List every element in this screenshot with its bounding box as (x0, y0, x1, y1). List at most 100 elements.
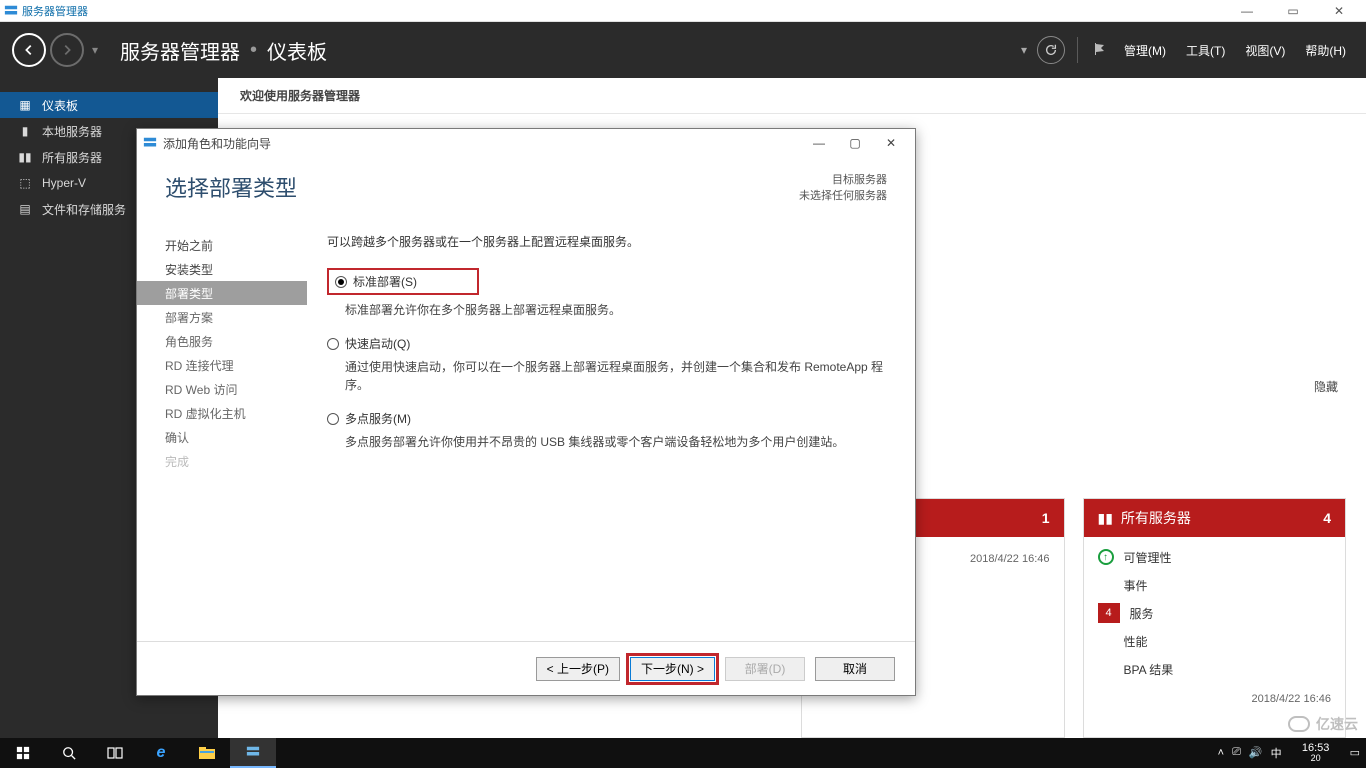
radio-quick[interactable] (327, 338, 339, 350)
tile-title: 所有服务器 (1121, 508, 1191, 528)
option-quick-start[interactable]: 快速启动(Q) 通过使用快速启动，你可以在一个服务器上部署远程桌面服务，并创建一… (327, 335, 885, 394)
watermark: 亿速云 (1288, 714, 1358, 734)
wizard-step-rd-broker[interactable]: RD 连接代理 (157, 353, 307, 377)
wizard-heading: 选择部署类型 (165, 171, 297, 203)
refresh-button[interactable] (1037, 36, 1065, 64)
radio-multipoint[interactable] (327, 413, 339, 425)
taskbar-clock[interactable]: 16:53 20 (1290, 742, 1342, 764)
system-tray[interactable]: ˄ ⎚ 🔊 中 16:53 20 ▭ (1212, 742, 1366, 764)
menu-manage[interactable]: 管理(M) (1124, 42, 1166, 59)
tile-row-services[interactable]: 4服务 (1098, 599, 1332, 627)
wizard-main-panel: 可以跨越多个服务器或在一个服务器上配置远程桌面服务。 标准部署(S) 标准部署允… (307, 219, 915, 641)
breadcrumb-dropdown-icon[interactable]: ▾ (92, 43, 98, 57)
hide-link[interactable]: 隐藏 (1314, 378, 1338, 395)
search-button[interactable] (46, 738, 92, 768)
menu-view[interactable]: 视图(V) (1245, 42, 1285, 59)
tile-all-servers[interactable]: ▮▮所有服务器 4 ↑可管理性 事件 4服务 性能 BPA 结果 2018/4/… (1083, 498, 1347, 738)
task-view-button[interactable] (92, 738, 138, 768)
wizard-step-rd-web[interactable]: RD Web 访问 (157, 377, 307, 401)
tile-count: 4 (1323, 510, 1331, 526)
taskbar-explorer[interactable] (184, 738, 230, 768)
wizard-step-complete: 完成 (157, 449, 307, 473)
breadcrumb: 服务器管理器 • 仪表板 (120, 36, 327, 65)
tile-row-performance[interactable]: 性能 (1098, 627, 1332, 655)
menu-help[interactable]: 帮助(H) (1305, 42, 1346, 59)
dashboard-icon: ▦ (18, 98, 32, 112)
taskbar: e ˄ ⎚ 🔊 中 16:53 20 ▭ (0, 738, 1366, 768)
next-button[interactable]: 下一步(N) > (630, 657, 715, 681)
wizard-minimize-button[interactable]: — (801, 132, 837, 154)
wizard-target-label: 目标服务器 (799, 171, 887, 187)
cancel-button[interactable]: 取消 (815, 657, 895, 681)
window-maximize-button[interactable]: ▭ (1270, 0, 1316, 22)
taskbar-server-manager[interactable] (230, 738, 276, 768)
storage-icon: ▤ (18, 202, 32, 216)
welcome-banner: 欢迎使用服务器管理器 (218, 78, 1366, 114)
option-multipoint-desc: 多点服务部署允许你使用并不昂贵的 USB 集线器或零个客户端设备轻松地为多个用户… (345, 433, 885, 451)
sidebar-item-label: 文件和存储服务 (42, 201, 126, 218)
nav-forward-button (50, 33, 84, 67)
ok-icon: ↑ (1098, 549, 1114, 565)
tray-volume-icon[interactable]: 🔊 (1249, 746, 1263, 759)
wizard-step-rd-virtualization[interactable]: RD 虚拟化主机 (157, 401, 307, 425)
tile-badge: 1 (1042, 510, 1050, 526)
add-roles-wizard: 添加角色和功能向导 — ▢ ✕ 选择部署类型 目标服务器 未选择任何服务器 开始… (136, 128, 916, 696)
server-manager-icon (143, 136, 157, 150)
header: ▾ 服务器管理器 • 仪表板 ▾ 管理(M) 工具(T) 视图(V) 帮助(H) (0, 22, 1366, 78)
deploy-button: 部署(D) (725, 657, 805, 681)
chevron-right-icon: • (250, 39, 257, 62)
tile-row-bpa[interactable]: BPA 结果 (1098, 655, 1332, 683)
outer-titlebar: 服务器管理器 — ▭ ✕ (0, 0, 1366, 22)
wizard-step-deploy-scenario[interactable]: 部署方案 (157, 305, 307, 329)
option-title: 多点服务(M) (345, 410, 411, 427)
sidebar-item-dashboard[interactable]: ▦ 仪表板 (0, 92, 218, 118)
tray-display-icon[interactable]: ⎚ (1232, 746, 1241, 759)
notification-center-icon[interactable]: ▭ (1350, 746, 1360, 759)
tray-up-icon[interactable]: ˄ (1218, 747, 1224, 759)
wizard-target-value: 未选择任何服务器 (799, 187, 887, 203)
wizard-step-role-services[interactable]: 角色服务 (157, 329, 307, 353)
wizard-intro-text: 可以跨越多个服务器或在一个服务器上配置远程桌面服务。 (327, 233, 885, 250)
menu-tools[interactable]: 工具(T) (1186, 42, 1225, 59)
previous-button[interactable]: < 上一步(P) (536, 657, 620, 681)
wizard-title: 添加角色和功能向导 (163, 135, 271, 152)
wizard-step-install-type[interactable]: 安装类型 (157, 257, 307, 281)
wizard-maximize-button[interactable]: ▢ (837, 132, 873, 154)
ime-indicator[interactable]: 中 (1271, 745, 1282, 761)
breadcrumb-page[interactable]: 仪表板 (267, 36, 327, 65)
wizard-steps: 开始之前 安装类型 部署类型 部署方案 角色服务 RD 连接代理 RD Web … (137, 219, 307, 641)
radio-standard[interactable] (335, 276, 347, 288)
tile-row-manageability[interactable]: ↑可管理性 (1098, 543, 1332, 571)
window-minimize-button[interactable]: — (1224, 0, 1270, 22)
wizard-step-before-begin[interactable]: 开始之前 (157, 233, 307, 257)
option-title: 标准部署(S) (353, 273, 417, 290)
option-quick-desc: 通过使用快速启动，你可以在一个服务器上部署远程桌面服务，并创建一个集合和发布 R… (345, 358, 885, 394)
option-title: 快速启动(Q) (345, 335, 410, 352)
servers-icon: ▮▮ (1098, 510, 1113, 527)
option-standard-desc: 标准部署允许你在多个服务器上部署远程桌面服务。 (345, 301, 885, 319)
sidebar-item-label: 所有服务器 (42, 149, 102, 166)
taskbar-ie[interactable]: e (138, 738, 184, 768)
sidebar-item-label: 本地服务器 (42, 123, 102, 140)
breadcrumb-app: 服务器管理器 (120, 36, 240, 65)
window-title: 服务器管理器 (22, 3, 88, 19)
window-close-button[interactable]: ✕ (1316, 0, 1362, 22)
servers-icon: ▮▮ (18, 150, 32, 164)
tile-row-events[interactable]: 事件 (1098, 571, 1332, 599)
wizard-close-button[interactable]: ✕ (873, 132, 909, 154)
header-dropdown-icon[interactable]: ▾ (1021, 43, 1027, 57)
option-standard-deployment[interactable]: 标准部署(S) (327, 268, 885, 295)
server-icon: ▮ (18, 124, 32, 138)
wizard-step-deploy-type[interactable]: 部署类型 (137, 281, 307, 305)
notifications-flag-icon[interactable] (1092, 41, 1108, 60)
server-manager-icon (4, 4, 18, 18)
cloud-icon (1288, 716, 1310, 732)
wizard-step-confirm[interactable]: 确认 (157, 425, 307, 449)
sidebar-item-label: Hyper-V (42, 176, 86, 190)
wizard-titlebar: 添加角色和功能向导 — ▢ ✕ (137, 129, 915, 157)
error-count-badge: 4 (1098, 603, 1120, 623)
hyperv-icon: ⬚ (18, 176, 32, 190)
start-button[interactable] (0, 738, 46, 768)
nav-back-button[interactable] (12, 33, 46, 67)
option-multipoint[interactable]: 多点服务(M) 多点服务部署允许你使用并不昂贵的 USB 集线器或零个客户端设备… (327, 410, 885, 451)
